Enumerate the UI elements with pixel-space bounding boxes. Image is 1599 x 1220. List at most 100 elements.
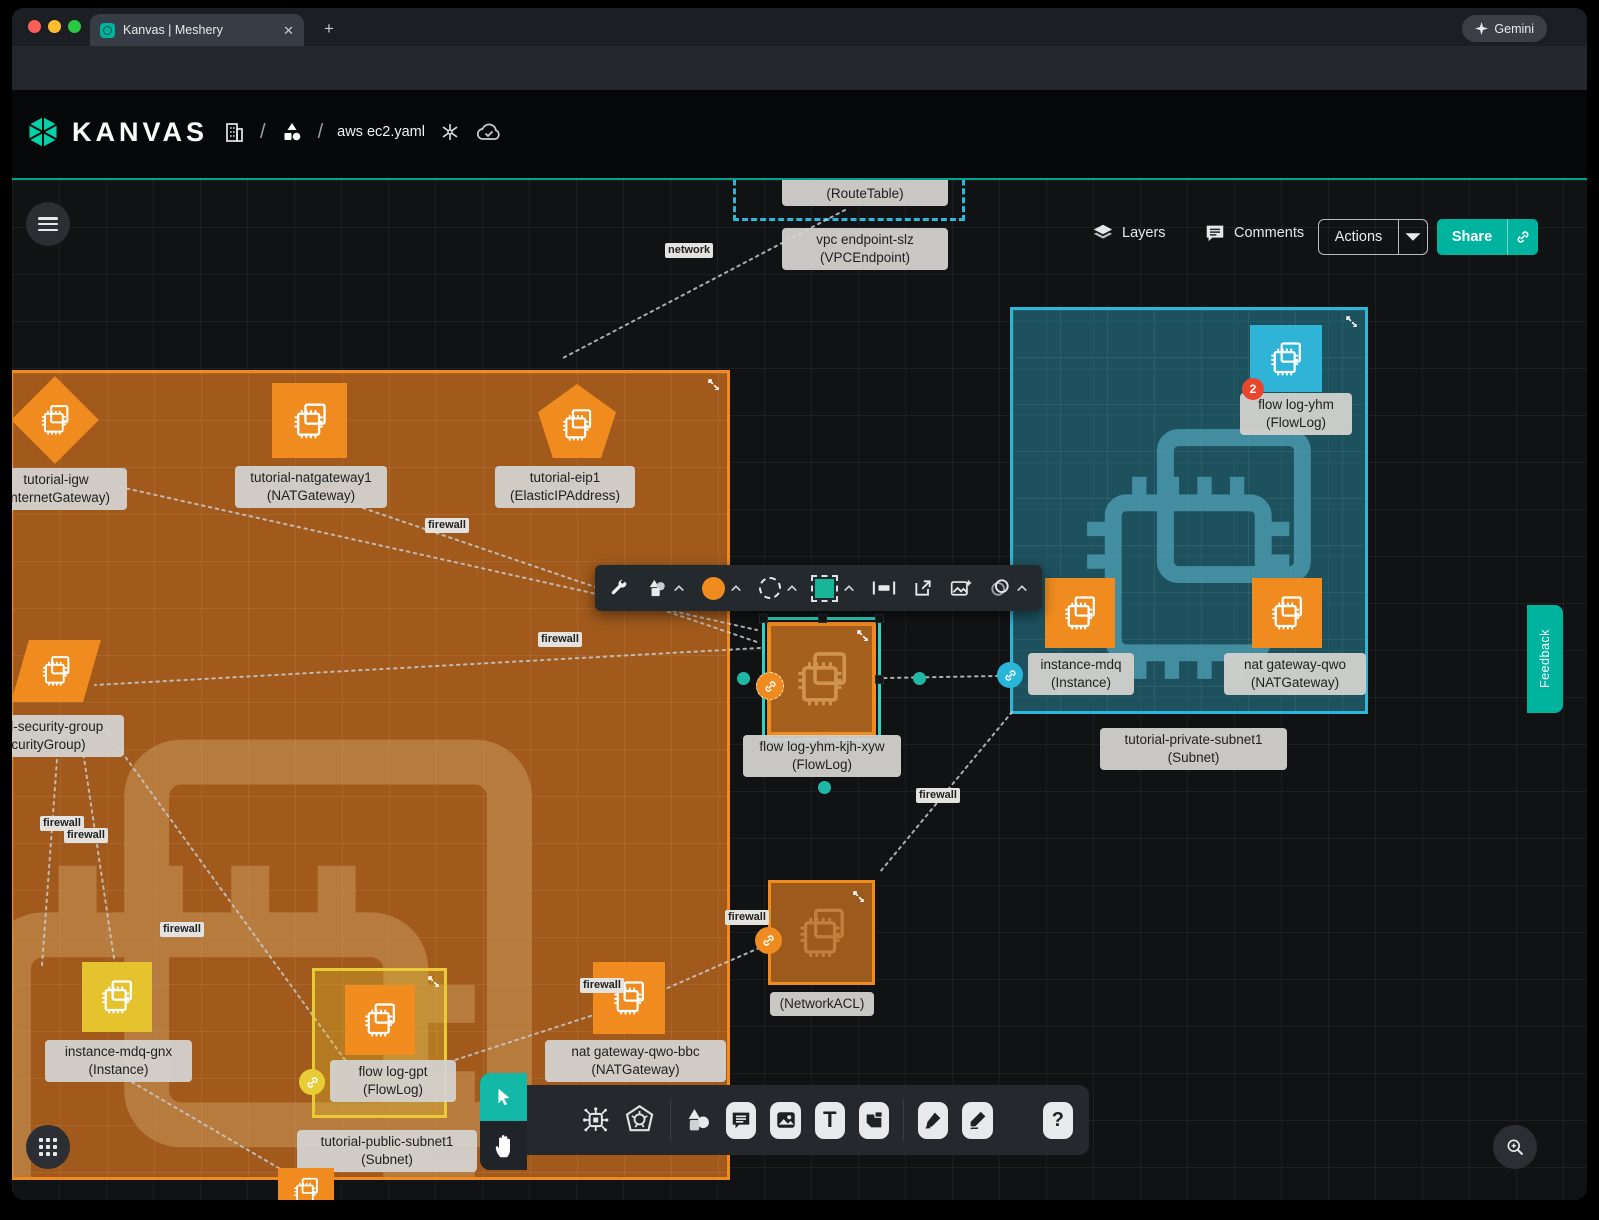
node-natgw-bbc[interactable] <box>593 962 665 1034</box>
guide-dot-bottom[interactable] <box>818 781 831 794</box>
wrench-tool-icon[interactable] <box>609 578 629 598</box>
actions-button[interactable]: Actions <box>1318 219 1428 255</box>
security-group-label[interactable]: tutorial-security-group(SecurityGroup) <box>12 715 124 757</box>
natgw-bbc-label[interactable]: nat gateway-qwo-bbc(NATGateway) <box>545 1040 726 1082</box>
design-canvas[interactable]: Layers Comments Actions Share (RouteTabl… <box>12 180 1587 1200</box>
border-style-tool[interactable] <box>759 577 798 599</box>
kanvas-logo-icon[interactable] <box>28 116 58 148</box>
vpc-endpoint-label[interactable]: vpc endpoint-slz(VPCEndpoint) <box>782 228 948 270</box>
resize-handle-e[interactable] <box>875 675 884 684</box>
share-link-icon[interactable] <box>1508 230 1538 244</box>
chevron-up-icon[interactable] <box>673 584 685 592</box>
flowlog-yhm-count-badge[interactable]: 2 <box>1242 378 1264 400</box>
fill-color-tool[interactable] <box>702 577 742 600</box>
design-configurator-icon[interactable] <box>439 120 461 144</box>
layers-button[interactable]: Layers <box>1092 222 1166 244</box>
flowlog-gpt-label[interactable]: flow log-gpt(FlowLog) <box>330 1060 456 1102</box>
image-tool-button[interactable] <box>770 1102 800 1139</box>
flowlog-gpt-link-badge[interactable] <box>299 1069 325 1095</box>
networkacl-label[interactable]: (NetworkACL) <box>770 992 874 1016</box>
private-subnet-label[interactable]: tutorial-private-subnet1(Subnet) <box>1100 728 1287 770</box>
kubernetes-tool-icon[interactable] <box>624 1101 655 1139</box>
feedback-tab[interactable]: Feedback <box>1527 605 1563 713</box>
chevron-up-icon[interactable] <box>843 584 855 592</box>
shadow-tool[interactable] <box>989 578 1028 598</box>
cloud-sync-icon[interactable] <box>475 120 503 144</box>
comment-icon <box>730 1109 752 1131</box>
selection-style-tool[interactable] <box>815 579 855 598</box>
add-image-icon[interactable] <box>950 578 972 598</box>
guide-dot-right[interactable] <box>913 672 926 685</box>
resize-handle-nw[interactable] <box>759 614 768 623</box>
new-tab-button[interactable]: + <box>324 20 334 37</box>
edge-link-guide[interactable] <box>884 676 998 678</box>
dot-grid-button[interactable] <box>26 1125 70 1169</box>
browser-tab[interactable]: Kanvas | Meshery ✕ <box>90 14 304 46</box>
organization-icon[interactable] <box>222 120 246 144</box>
resize-handle-n[interactable] <box>818 614 827 623</box>
edge-label-firewall-6: firewall <box>916 788 960 803</box>
layers-icon <box>1092 222 1114 244</box>
chip-icon <box>290 400 330 442</box>
select-tool-button[interactable] <box>480 1073 527 1121</box>
design-file-name[interactable]: aws ec2.yaml <box>337 124 425 140</box>
actions-caret-icon[interactable] <box>1399 231 1427 243</box>
chevron-up-icon[interactable] <box>1016 584 1028 592</box>
hand-icon <box>492 1133 516 1159</box>
pen-tool-button[interactable] <box>918 1102 948 1139</box>
note-tool-button[interactable] <box>859 1102 889 1139</box>
flowlog-selected-label[interactable]: flow log-yhm-kjh-xyw(FlowLog) <box>743 735 901 777</box>
collapse-icon[interactable] <box>1346 316 1357 327</box>
open-in-new-icon[interactable] <box>913 578 933 598</box>
shapes-tool[interactable] <box>646 578 685 598</box>
collapse-icon[interactable] <box>708 379 719 390</box>
shapes-tool-icon[interactable] <box>684 1104 712 1136</box>
breadcrumb-separator: / <box>260 121 266 144</box>
comment-tool-button[interactable] <box>726 1102 756 1139</box>
collapse-icon[interactable] <box>857 630 868 641</box>
gemini-button[interactable]: Gemini <box>1462 15 1547 42</box>
natgateway1-label[interactable]: tutorial-natgateway1(NATGateway) <box>235 466 387 508</box>
traffic-light-close[interactable] <box>28 20 41 33</box>
node-flowlog-gpt[interactable] <box>345 985 415 1055</box>
pencil-tool-button[interactable] <box>962 1102 992 1139</box>
public-subnet-label[interactable]: tutorial-public-subnet1(Subnet) <box>297 1130 477 1172</box>
node-bottom-clipped[interactable] <box>278 1168 334 1200</box>
resize-width-icon[interactable] <box>872 579 896 597</box>
eip1-label[interactable]: tutorial-eip1(ElasticIPAddress) <box>495 466 635 508</box>
traffic-light-zoom[interactable] <box>68 20 81 33</box>
guide-dot-left[interactable] <box>737 672 750 685</box>
zoom-search-button[interactable] <box>1493 1125 1537 1169</box>
fill-color-swatch <box>702 577 725 600</box>
help-button[interactable]: ? <box>1043 1102 1073 1139</box>
workspace-icon[interactable] <box>280 120 304 144</box>
text-tool-button[interactable]: T <box>815 1102 845 1139</box>
node-networkacl[interactable] <box>768 880 875 985</box>
resize-handle-ne[interactable] <box>875 614 884 623</box>
chevron-up-icon[interactable] <box>786 584 798 592</box>
traffic-light-minimize[interactable] <box>48 20 61 33</box>
flowlog-selected-link-badge[interactable] <box>756 672 784 700</box>
pan-tool-button[interactable] <box>480 1121 527 1170</box>
node-natgw-qwo[interactable] <box>1252 578 1322 648</box>
natgw-qwo-label[interactable]: nat gateway-qwo(NATGateway) <box>1224 653 1366 695</box>
sparkle-icon <box>1475 22 1488 35</box>
chip-icon <box>98 977 136 1017</box>
instance-gnx-label[interactable]: instance-mdq-gnx(Instance) <box>45 1040 192 1082</box>
node-natgateway1[interactable] <box>272 383 347 458</box>
node-instance-gnx[interactable] <box>82 962 152 1032</box>
routetable-label[interactable]: (RouteTable) <box>782 180 948 206</box>
collapse-icon[interactable] <box>428 976 439 987</box>
subnet-link-badge[interactable] <box>997 662 1023 688</box>
canvas-menu-button[interactable] <box>26 202 70 246</box>
comments-button[interactable]: Comments <box>1204 222 1304 244</box>
networkacl-link-badge[interactable] <box>755 927 782 954</box>
collapse-icon[interactable] <box>853 891 864 902</box>
igw-label[interactable]: tutorial-igw(InternetGateway) <box>12 468 127 510</box>
node-instance-mdq[interactable] <box>1045 578 1115 648</box>
share-button[interactable]: Share <box>1437 219 1538 255</box>
component-graph-icon[interactable] <box>581 1102 610 1138</box>
instance-mdq-label[interactable]: instance-mdq(Instance) <box>1028 653 1134 695</box>
chevron-up-icon[interactable] <box>730 584 742 592</box>
close-tab-icon[interactable]: ✕ <box>283 24 294 37</box>
